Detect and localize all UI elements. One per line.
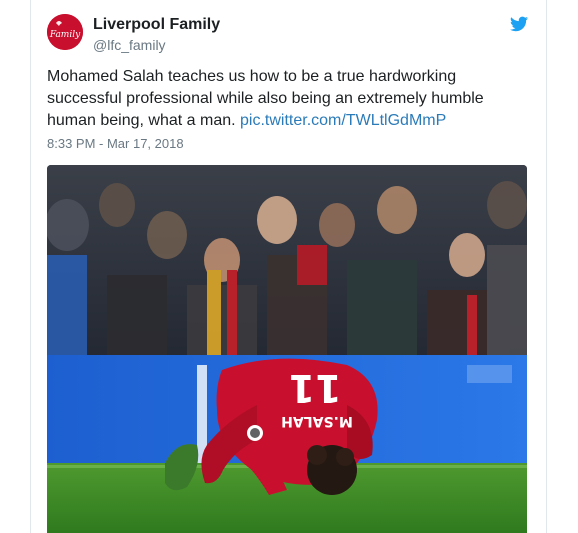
tweet-text: Mohamed Salah teaches us how to be a tru… <box>47 66 507 132</box>
media-link[interactable]: pic.twitter.com/TWLtlGdMmP <box>240 112 446 129</box>
avatar-logo-text: Family <box>49 30 81 40</box>
avatar[interactable]: Family <box>47 14 83 50</box>
user-handle[interactable]: @lfc_family <box>93 36 220 54</box>
twitter-bird-icon[interactable] <box>510 16 528 32</box>
tweet-timestamp[interactable]: 8:33 PM - Mar 17, 2018 <box>47 136 184 152</box>
tweet-card: Family Liverpool Family @lfc_family Moha… <box>30 0 547 533</box>
liverpool-family-logo-icon: Family <box>47 14 83 50</box>
tweet-header: Family Liverpool Family @lfc_family <box>47 14 532 58</box>
jersey-name: M.SALAH <box>281 413 353 429</box>
tweet-photo[interactable]: 11 M.SALAH <box>47 165 527 533</box>
author-names: Liverpool Family @lfc_family <box>93 15 220 54</box>
photo-icon: 11 M.SALAH <box>47 165 527 533</box>
display-name[interactable]: Liverpool Family <box>93 15 220 34</box>
jersey-number: 11 <box>289 366 342 410</box>
